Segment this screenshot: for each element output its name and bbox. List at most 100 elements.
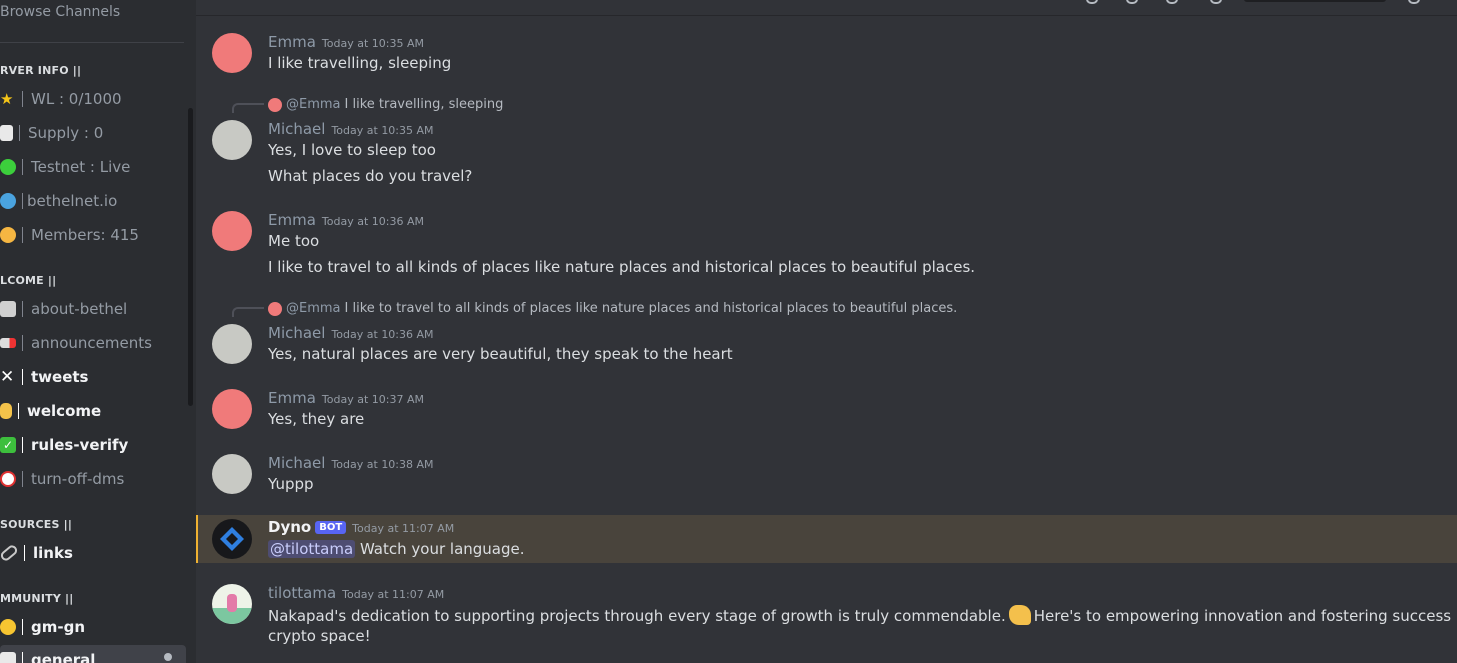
author-name[interactable]: Dyno — [268, 518, 311, 536]
message-body: Watch your language. — [359, 540, 525, 558]
avatar-michael[interactable] — [212, 120, 252, 160]
channel-wl[interactable]: ★ WL : 0/1000 — [0, 84, 186, 114]
channel-label: Supply : 0 — [28, 124, 104, 142]
channel-separator — [22, 159, 23, 175]
author-name[interactable]: Emma — [268, 33, 316, 51]
user-mention[interactable]: @tilottama — [268, 540, 356, 558]
timestamp: Today at 10:35 AM — [331, 124, 434, 137]
channel-supply[interactable]: Supply : 0 — [0, 118, 186, 148]
printer-icon — [0, 301, 16, 317]
reply-text: I like to travel to all kinds of places … — [344, 301, 958, 316]
message-header: Michael Today at 10:35 AM — [268, 120, 434, 138]
category-sources[interactable]: SOURCES || — [0, 518, 72, 531]
channel-separator — [24, 545, 25, 561]
bot-badge: BOT — [315, 521, 347, 534]
timestamp: Today at 10:35 AM — [321, 37, 424, 50]
inbox-icon[interactable] — [1408, 0, 1420, 4]
channel-sidebar: Browse Channels RVER INFO || ★ WL : 0/10… — [0, 0, 196, 663]
channel-separator — [22, 471, 23, 487]
channel-separator — [22, 91, 23, 107]
author-name[interactable]: Michael — [268, 454, 325, 472]
channel-label: general — [31, 651, 96, 663]
avatar-tilottama[interactable] — [212, 584, 252, 624]
channel-label: gm-gn — [31, 618, 86, 636]
check-box-icon: ✓ — [0, 437, 16, 453]
message-header: Michael Today at 10:36 AM — [268, 324, 434, 342]
category-community[interactable]: MMUNITY || — [0, 592, 73, 605]
message-header: tilottama Today at 11:07 AM — [268, 584, 444, 602]
channel-testnet[interactable]: Testnet : Live — [0, 152, 186, 182]
channel-separator — [22, 193, 23, 209]
avatar-figure — [227, 594, 237, 612]
sidebar-divider — [0, 42, 184, 43]
timestamp: Today at 10:36 AM — [321, 215, 424, 228]
avatar-dyno[interactable] — [212, 519, 252, 559]
pin-icon[interactable] — [1166, 0, 1178, 4]
channel-label: WL : 0/1000 — [31, 90, 122, 108]
channel-about-bethel[interactable]: about-bethel — [0, 294, 186, 324]
channel-turn-off-dms[interactable]: turn-off-dms — [0, 464, 186, 494]
channel-tweets[interactable]: ✕ tweets — [0, 362, 186, 392]
author-name[interactable]: Emma — [268, 389, 316, 407]
link-icon — [0, 543, 20, 563]
message-header: Emma Today at 10:36 AM — [268, 211, 424, 229]
speech-icon — [0, 652, 16, 663]
channel-gm-gn[interactable]: gm-gn — [0, 612, 186, 642]
add-member-icon[interactable] — [164, 653, 172, 661]
category-server-info[interactable]: RVER INFO || — [0, 64, 81, 77]
channel-announcements[interactable]: announcements — [0, 328, 186, 358]
sidebar-scrollbar[interactable] — [188, 108, 193, 406]
channel-separator — [22, 619, 23, 635]
members-icon[interactable] — [1210, 0, 1222, 4]
threads-icon[interactable] — [1086, 0, 1098, 4]
channel-separator — [22, 369, 23, 385]
channel-label: tweets — [31, 368, 89, 386]
sun-icon — [0, 619, 16, 635]
channel-label: about-bethel — [31, 300, 128, 318]
author-name[interactable]: tilottama — [268, 584, 336, 602]
channel-label: links — [33, 544, 73, 562]
reply-mention[interactable]: @Emma — [286, 301, 341, 316]
avatar-michael[interactable] — [212, 454, 252, 494]
channel-header — [196, 0, 1457, 16]
search-input[interactable] — [1244, 0, 1386, 2]
channel-label: Members: 415 — [31, 226, 139, 244]
reply-avatar — [268, 301, 282, 316]
channel-label: bethelnet.io — [27, 192, 118, 210]
reply-spine — [232, 103, 264, 113]
reply-preview[interactable]: @Emma I like travelling, sleeping — [268, 97, 503, 112]
message-text: @tilottama Watch your language. — [268, 540, 525, 558]
reply-mention[interactable]: @Emma — [286, 97, 341, 112]
author-name[interactable]: Michael — [268, 120, 325, 138]
category-welcome[interactable]: LCOME || — [0, 274, 56, 287]
avatar-emma[interactable] — [212, 211, 252, 251]
channel-label: welcome — [27, 402, 102, 420]
browse-channels-link[interactable]: Browse Channels — [0, 4, 120, 20]
notification-icon[interactable] — [1126, 0, 1138, 4]
author-name[interactable]: Emma — [268, 211, 316, 229]
avatar-emma[interactable] — [212, 33, 252, 73]
channel-separator — [22, 227, 23, 243]
channel-bethelnet[interactable]: bethelnet.io — [0, 186, 186, 216]
channel-links[interactable]: links — [0, 538, 186, 568]
message-header: Dyno BOT Today at 11:07 AM — [268, 518, 454, 536]
message-text: I like to travel to all kinds of places … — [268, 258, 976, 276]
message-text: crypto space! — [268, 627, 371, 645]
avatar-michael[interactable] — [212, 324, 252, 364]
message-text: Me too — [268, 232, 320, 250]
no-entry-icon — [0, 471, 16, 487]
channel-separator — [18, 403, 19, 419]
green-circle-icon — [0, 159, 16, 175]
channel-members[interactable]: Members: 415 — [0, 220, 186, 250]
reply-avatar — [268, 97, 282, 112]
channel-welcome[interactable]: welcome — [0, 396, 186, 426]
channel-general[interactable]: general — [0, 645, 186, 663]
reply-preview[interactable]: @Emma I like to travel to all kinds of p… — [268, 301, 957, 316]
message-text: What places do you travel? — [268, 167, 473, 185]
author-name[interactable]: Michael — [268, 324, 325, 342]
avatar-emma[interactable] — [212, 389, 252, 429]
channel-separator — [22, 652, 23, 663]
chat-area: Emma Today at 10:35 AM I like travelling,… — [196, 0, 1457, 663]
message-header: Emma Today at 10:35 AM — [268, 33, 424, 51]
channel-rules-verify[interactable]: ✓ rules-verify — [0, 430, 186, 460]
